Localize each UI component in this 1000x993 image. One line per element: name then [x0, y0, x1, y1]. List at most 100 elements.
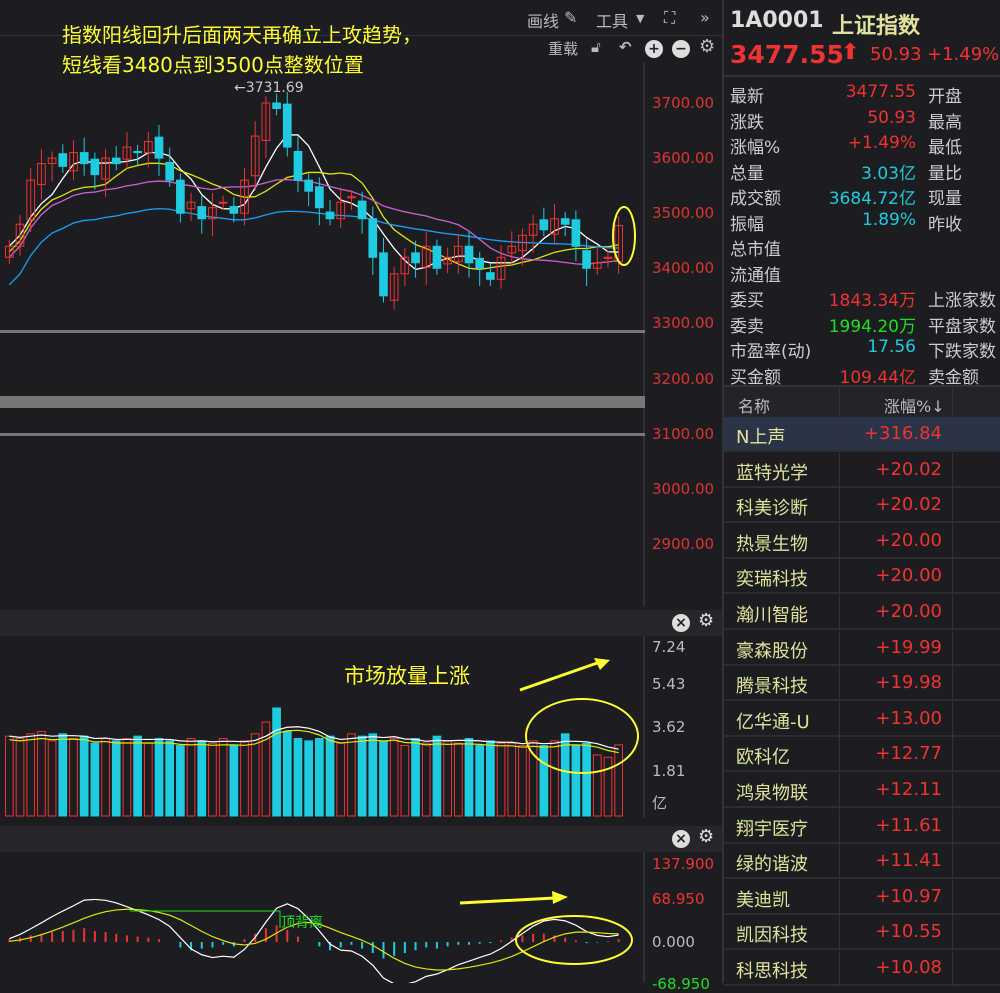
volume-bar: [614, 744, 624, 817]
settings-icon[interactable]: ⚙: [698, 826, 714, 847]
list-item[interactable]: 热景生物 +20.00: [724, 523, 1000, 559]
candle: [357, 200, 367, 220]
undo-icon[interactable]: ↶: [619, 38, 632, 56]
volume-bar: [240, 740, 249, 817]
list-item[interactable]: 腾景科技 +19.98: [724, 666, 1000, 702]
candle: [165, 162, 175, 181]
volume-bar: [379, 740, 388, 817]
quote-label: 振幅: [730, 214, 764, 235]
list-item[interactable]: 瀚川智能 +20.00: [724, 595, 1000, 630]
volume-bar: [304, 740, 313, 817]
stock-pct: +20.02: [875, 494, 942, 516]
volume-chart[interactable]: [0, 636, 645, 818]
stock-pct: +20.00: [875, 529, 942, 551]
up-arrow-icon: ⬆: [841, 40, 860, 65]
zoom-out-icon[interactable]: −: [672, 40, 690, 58]
candle: [282, 103, 292, 148]
list-item[interactable]: N上声 +316.84: [724, 417, 1000, 452]
quote-label: 流通值: [730, 265, 781, 286]
quote-row: 涨跌 50.93 最高: [730, 108, 1000, 133]
list-item[interactable]: 绿的谐波 +11.41: [724, 844, 1000, 880]
volume-bar: [550, 740, 559, 817]
quote-label: 成交额: [730, 189, 781, 209]
zoom-in-icon[interactable]: +: [645, 40, 663, 58]
col-name[interactable]: 名称: [738, 393, 770, 417]
candle: [475, 257, 485, 269]
volume-bar: [250, 733, 260, 817]
settings-icon[interactable]: ⚙: [698, 610, 714, 631]
close-icon[interactable]: ×: [672, 614, 690, 632]
stock-pct: +11.61: [875, 814, 942, 836]
close-icon[interactable]: ×: [672, 830, 690, 848]
volume-bar: [58, 733, 68, 817]
dropdown-arrow-icon[interactable]: ▼: [636, 12, 644, 25]
list-item[interactable]: 科思科技 +10.08: [724, 951, 1000, 986]
stock-name: 热景生物: [736, 533, 808, 555]
quote-row: 最新 3477.55 开盘: [730, 82, 1000, 107]
stock-name: 腾景科技: [736, 676, 808, 698]
quote-row: 流通值: [730, 261, 1000, 286]
candle: [325, 211, 335, 220]
volume-bar: [368, 733, 378, 817]
quote-row: 涨幅% +1.49% 最低: [730, 133, 1000, 158]
list-item[interactable]: 欧科亿 +12.77: [724, 737, 1000, 773]
candle: [90, 158, 100, 176]
expand-right-icon[interactable]: »: [700, 8, 710, 27]
chart-area[interactable]: 画线 ✎ 工具 ▼ ⛶ » 重载 🔓︎ ↶ + − ⚙ 指数阳线回升后面两天再确…: [0, 0, 722, 993]
price-tick: 3200.00: [652, 369, 715, 388]
list-item[interactable]: 亿华通-U +13.00: [724, 701, 1000, 737]
macd-tick: 0.000: [652, 933, 695, 951]
volume-bar: [69, 738, 78, 817]
stock-pct: +10.08: [875, 957, 942, 978]
settings-icon[interactable]: ⚙: [699, 36, 715, 57]
quote-label-right: 卖金额: [928, 367, 979, 388]
price-tick: 3700.00: [652, 94, 715, 112]
list-item[interactable]: 鸿泉物联 +12.11: [724, 773, 1000, 808]
candlestick-chart[interactable]: [0, 62, 645, 607]
macd-tick: 68.950: [652, 890, 705, 908]
stock-pct: +19.98: [875, 672, 942, 694]
index-name: 上证指数: [832, 14, 921, 39]
list-item[interactable]: 凯因科技 +10.55: [724, 915, 1000, 951]
quote-label-right: 昨收: [928, 214, 962, 235]
stock-name: 蓝特光学: [736, 462, 808, 484]
volume-bar: [165, 740, 175, 817]
quote-label-right: 最低: [928, 138, 962, 158]
volume-bar: [347, 733, 356, 817]
stock-pct: +316.84: [863, 423, 942, 444]
pencil-icon[interactable]: ✎: [564, 8, 577, 27]
price-tick: 3100.00: [652, 424, 715, 443]
stock-pct: +10.97: [875, 885, 942, 907]
lock-icon[interactable]: 🔓︎: [591, 38, 601, 56]
fullscreen-icon[interactable]: ⛶: [664, 8, 675, 28]
list-item[interactable]: 奕瑞科技 +20.00: [724, 559, 1000, 595]
peak-label: ←3731.69: [234, 80, 304, 96]
quote-row: 振幅 1.89% 昨收: [730, 210, 1000, 235]
index-code: 1A0001: [730, 8, 824, 33]
candle: [368, 218, 378, 258]
stock-name: 瀚川智能: [736, 605, 808, 626]
volume-bar: [154, 738, 164, 817]
quote-label: 总量: [730, 163, 764, 184]
volume-bar: [389, 738, 399, 817]
quote-label-right: 开盘: [928, 87, 962, 107]
reload-button[interactable]: 重载: [548, 38, 578, 59]
quote-value: 1994.20万: [828, 316, 916, 337]
col-pct-sorted[interactable]: 涨幅%↓: [884, 393, 945, 417]
list-item[interactable]: 美迪凯 +10.97: [724, 879, 1000, 915]
candle: [582, 250, 591, 269]
volume-bar: [315, 738, 324, 817]
list-item[interactable]: 豪森股份 +19.99: [724, 630, 1000, 666]
stock-name: 奕瑞科技: [736, 569, 808, 591]
draw-button[interactable]: 画线: [527, 8, 559, 32]
volume-tick: 7.24: [652, 638, 686, 656]
gap-band: [0, 330, 645, 333]
list-item[interactable]: 科美诊断 +20.02: [724, 488, 1000, 524]
volume-bar: [582, 742, 591, 817]
volume-bar: [5, 735, 14, 817]
price-change: 50.93: [870, 44, 922, 65]
list-item[interactable]: 蓝特光学 +20.02: [724, 452, 1000, 488]
tools-button[interactable]: 工具: [596, 8, 628, 32]
trend-arrow: [459, 896, 556, 905]
list-item[interactable]: 翔宇医疗 +11.61: [724, 808, 1000, 844]
